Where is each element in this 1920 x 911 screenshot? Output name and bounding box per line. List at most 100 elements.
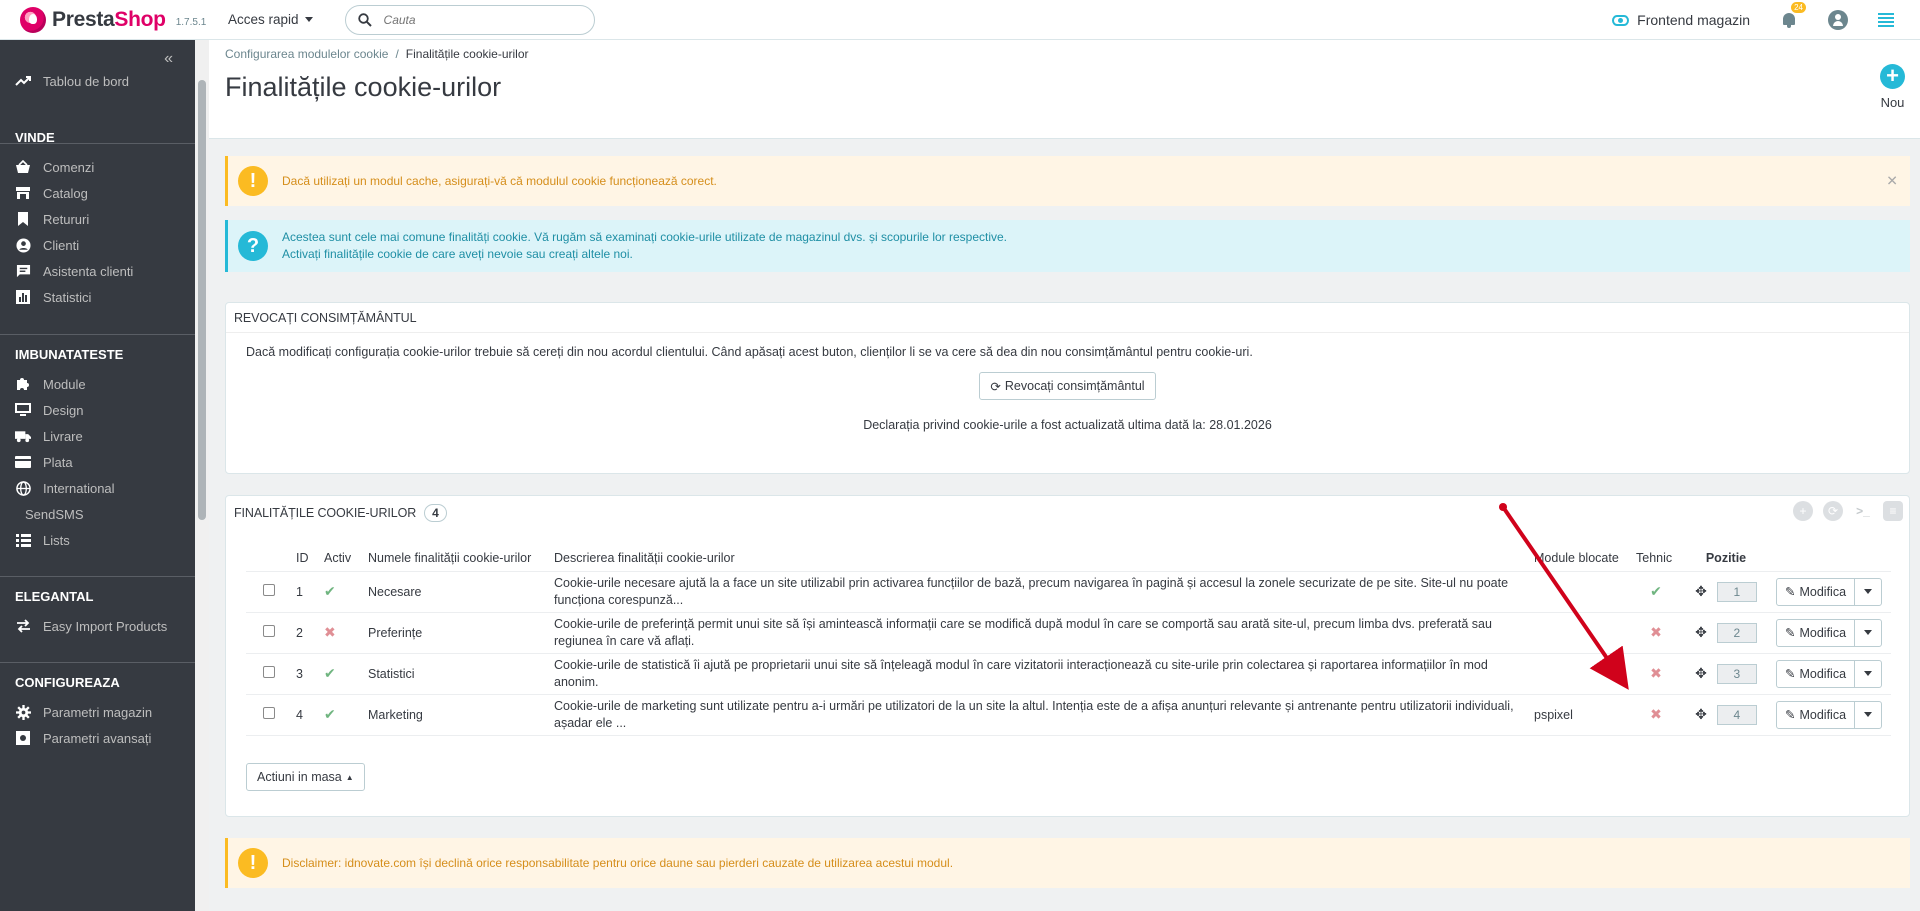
cookie-purposes-table: ID Activ Numele finalității cookie-urilo… <box>246 546 1891 736</box>
sidebar-scrollbar[interactable] <box>195 40 209 911</box>
bookmark-icon <box>15 211 31 227</box>
column-name[interactable]: Numele finalității cookie-urilor <box>363 546 549 571</box>
column-active[interactable]: Activ <box>319 546 363 571</box>
sidebar-item-label: Parametri magazin <box>43 704 153 720</box>
quick-access-dropdown[interactable]: Acces rapid <box>228 12 313 27</box>
table-row[interactable]: 2 ✖ Preferințe Cookie-urile de preferință p… <box>246 611 1891 653</box>
column-technical[interactable]: Tehnic <box>1631 546 1681 571</box>
row-checkbox[interactable] <box>262 584 275 596</box>
sidebar-item-catalog[interactable]: Catalog <box>15 185 88 201</box>
user-avatar-icon[interactable] <box>1828 10 1848 30</box>
sidebar-item-advanced-params[interactable]: Parametri avansați <box>15 730 151 746</box>
search-box[interactable] <box>344 4 595 35</box>
button-label: Modifica <box>1799 666 1847 681</box>
sidebar-item-label: Lists <box>43 532 70 548</box>
settings-applications-icon <box>15 730 31 746</box>
check-icon[interactable]: ✔ <box>324 583 336 599</box>
sidebar-item-label: Easy Import Products <box>43 618 168 634</box>
edit-button[interactable]: ✎ Modifica <box>1777 660 1856 687</box>
prestashop-logo[interactable]: PrestaShop 1.7.5.1 <box>0 6 218 33</box>
sidebar-item-easy-import[interactable]: Easy Import Products <box>15 618 167 634</box>
info-alert: ? Acestea sunt cele mai comune finalităț… <box>225 220 1910 272</box>
column-blocked-modules[interactable]: Module blocate <box>1529 546 1631 571</box>
cell-description: Cookie-urile de statistică îi ajută pe p… <box>549 652 1529 694</box>
notification-badge: 24 <box>1791 2 1806 13</box>
sidebar-item-lists[interactable]: Lists <box>15 532 70 548</box>
version-label: 1.7.5.1 <box>175 17 207 28</box>
edit-split-button[interactable]: ✎ Modifica <box>1776 618 1883 647</box>
frontend-link[interactable]: Frontend magazin <box>1612 12 1750 28</box>
add-icon[interactable]: + <box>1793 501 1813 521</box>
check-icon[interactable]: ✔ <box>324 706 336 722</box>
edit-split-button[interactable]: ✎ Modifica <box>1776 577 1883 606</box>
table-row[interactable]: 4 ✔ Marketing Cookie-urile de marketing sun… <box>246 693 1891 736</box>
menu-list-icon[interactable] <box>1878 13 1894 27</box>
cross-icon[interactable]: ✖ <box>324 624 336 640</box>
sidebar-item-shipping[interactable]: Livrare <box>15 428 83 444</box>
breadcrumb-parent[interactable]: Configurarea modulelor cookie <box>225 47 388 61</box>
search-input[interactable] <box>383 12 564 27</box>
collapse-sidebar-icon[interactable]: « <box>164 50 173 68</box>
sidebar-item-design[interactable]: Design <box>15 402 83 418</box>
bulk-actions-button[interactable]: Actiuni in masa ▲ <box>246 763 365 791</box>
sidebar-item-payment[interactable]: Plata <box>15 454 73 470</box>
cell-blocked-modules <box>1529 570 1631 612</box>
drag-move-icon[interactable]: ✥ <box>1695 706 1707 722</box>
section-title-configure: CONFIGUREAZA <box>15 675 120 690</box>
revoke-consent-button[interactable]: ⟳ Revocați consimțământul <box>979 372 1156 400</box>
edit-split-button[interactable]: ✎ Modifica <box>1776 700 1883 729</box>
edit-split-button[interactable]: ✎ Modifica <box>1776 659 1883 688</box>
caret-down-icon[interactable] <box>1855 661 1881 687</box>
cell-blocked-modules: pspixel <box>1529 693 1631 736</box>
section-title-improve: IMBUNATATESTE <box>15 347 124 362</box>
pencil-icon: ✎ <box>1785 585 1796 599</box>
cell-id: 4 <box>291 693 319 736</box>
sidebar-item-customers[interactable]: Clienti <box>15 237 79 253</box>
position-value: 1 <box>1716 581 1757 602</box>
table-row[interactable]: 1 ✔ Necesare Cookie-urile necesare ajută la… <box>246 570 1891 612</box>
cell-name: Marketing <box>363 693 549 736</box>
main-content: Configurarea modulelor cookie / Finalități… <box>209 40 1920 911</box>
sidebar-item-sendsms[interactable]: SendSMS <box>25 507 84 522</box>
close-icon[interactable]: ✕ <box>1886 173 1898 190</box>
sidebar-item-label: Livrare <box>43 428 83 444</box>
refresh-list-icon[interactable]: ⟳ <box>1823 501 1843 521</box>
database-icon[interactable]: ≡ <box>1883 501 1903 521</box>
sidebar-item-orders[interactable]: Comenzi <box>15 159 94 175</box>
sidebar-item-dashboard[interactable]: Tablou de bord <box>15 73 129 89</box>
row-checkbox[interactable] <box>262 707 275 719</box>
sidebar-item-modules[interactable]: Module <box>15 376 86 392</box>
disclaimer-alert: ! Disclaimer: idnovate.com își declină o… <box>225 838 1910 888</box>
check-icon[interactable]: ✔ <box>324 665 336 681</box>
caret-down-icon[interactable] <box>1855 702 1881 728</box>
edit-button[interactable]: ✎ Modifica <box>1777 701 1856 728</box>
sidebar-item-stats[interactable]: Statistici <box>15 289 91 305</box>
sidebar-item-international[interactable]: International <box>15 480 115 496</box>
scrollbar-thumb[interactable] <box>198 80 206 520</box>
sidebar-item-customer-service[interactable]: Asistenta clienti <box>15 263 133 279</box>
column-description[interactable]: Descrierea finalității cookie-urilor <box>549 546 1529 571</box>
bulk-actions-dropdown[interactable]: Actiuni in masa ▲ <box>246 763 365 791</box>
column-position[interactable]: Pozitie <box>1681 546 1771 571</box>
caret-down-icon[interactable] <box>1855 579 1881 605</box>
cell-id: 2 <box>291 611 319 653</box>
notifications-button[interactable]: 24 <box>1780 2 1806 29</box>
last-updated-text: Declarația privind cookie-urile a fost a… <box>863 418 1272 432</box>
sidebar-item-shop-params[interactable]: Parametri magazin <box>15 704 152 720</box>
terminal-icon[interactable]: >_ <box>1853 501 1873 521</box>
caret-down-icon[interactable] <box>1855 620 1881 646</box>
sidebar: « Tablou de bord VINDE Comenzi Catalog R… <box>0 40 195 911</box>
column-id[interactable]: ID <box>291 546 319 571</box>
drag-move-icon[interactable]: ✥ <box>1695 665 1707 681</box>
cell-name: Statistici <box>363 652 549 694</box>
drag-move-icon[interactable]: ✥ <box>1695 624 1707 640</box>
drag-move-icon[interactable]: ✥ <box>1695 583 1707 599</box>
row-checkbox[interactable] <box>262 666 275 678</box>
add-new-button[interactable]: + Nou <box>1880 64 1905 110</box>
sidebar-item-label: Catalog <box>43 185 88 201</box>
table-row[interactable]: 3 ✔ Statistici Cookie-urile de statistică î… <box>246 652 1891 694</box>
edit-button[interactable]: ✎ Modifica <box>1777 578 1856 605</box>
edit-button[interactable]: ✎ Modifica <box>1777 619 1856 646</box>
row-checkbox[interactable] <box>262 625 275 637</box>
sidebar-item-returns[interactable]: Retururi <box>15 211 89 227</box>
